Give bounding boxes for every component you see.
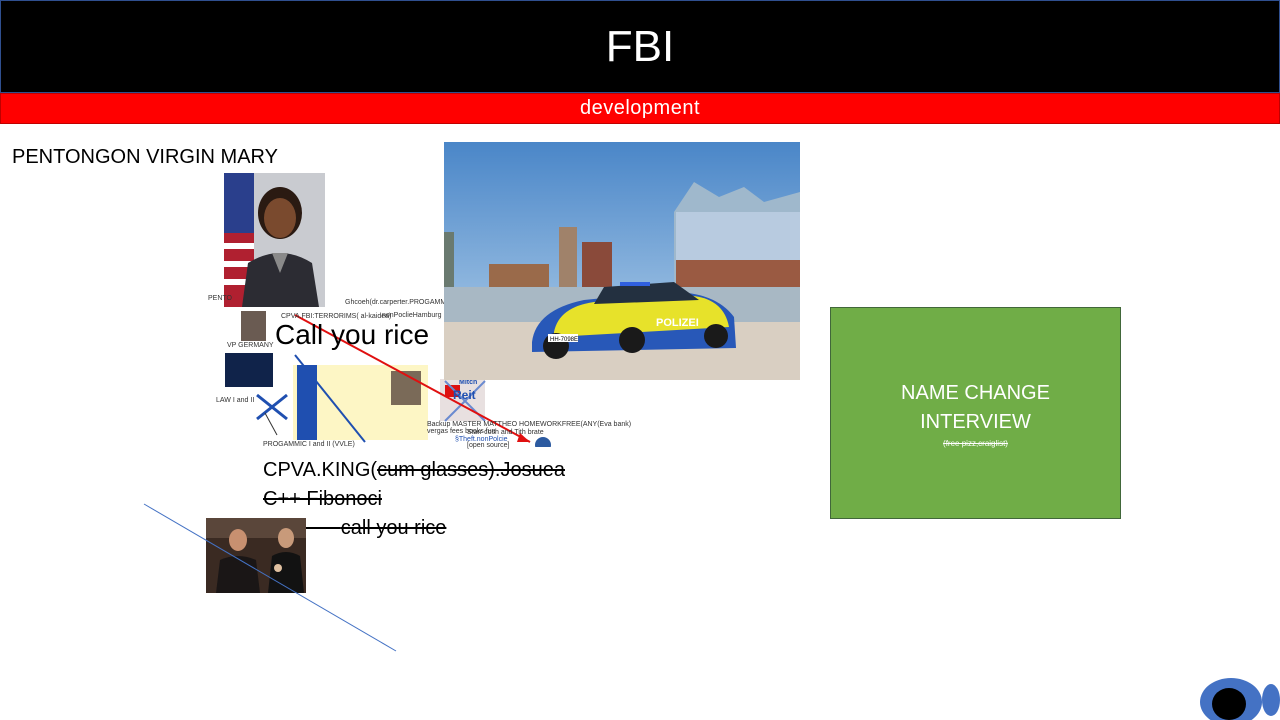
collage-label-vp: VP GERMANY (227, 342, 274, 349)
collage-label-pento: PENTO (208, 295, 232, 302)
title-bar: FBI (0, 0, 1280, 93)
collage-label-law: LAW I and II (216, 397, 255, 404)
slide-title: FBI (605, 21, 675, 71)
collage-label-mitch: Mitch (459, 379, 478, 386)
collage-label-backup: Backup MASTER MATTHEO HOMEWORKFREE(ANY(E… (427, 421, 632, 428)
collage-label-stars: Starr cosh and Tith brate (467, 429, 544, 436)
green-box-line1: NAME CHANGE (901, 381, 1050, 404)
call-you-rice-big: Call you rice (275, 319, 430, 350)
subtitle-bar: development (0, 93, 1280, 124)
collage-label-nonpocile: nonPoclieHamburg (382, 312, 442, 319)
police-car-photo: POLIZEI HH-7098E (444, 142, 800, 380)
heading-text: PENTONGON VIRGIN MARY (12, 146, 278, 168)
code-line1-prefix: CPVA.KING( (263, 459, 378, 481)
green-box-line2: INTERVIEW (920, 410, 1031, 433)
portrait-photo (224, 173, 325, 307)
diagonal-line (143, 503, 397, 652)
green-box-note: (free pizz,craiglist) (943, 438, 1008, 448)
name-change-box: NAME CHANGE INTERVIEW (free pizz,craigli… (830, 307, 1121, 519)
police-label: POLIZEI (656, 317, 699, 329)
license-plate: HH-7098E (550, 337, 578, 343)
code-line1-strike: cum glasses).Josuea (377, 459, 565, 481)
corner-logo-shape (1200, 678, 1280, 720)
collage-label-open: [open source] (467, 442, 510, 449)
collage-label-reit: Reit (453, 388, 476, 402)
slide-subtitle: development (579, 97, 701, 119)
collage-label-programmic: PROGAMMIC I and II (VVLE) (263, 441, 355, 448)
